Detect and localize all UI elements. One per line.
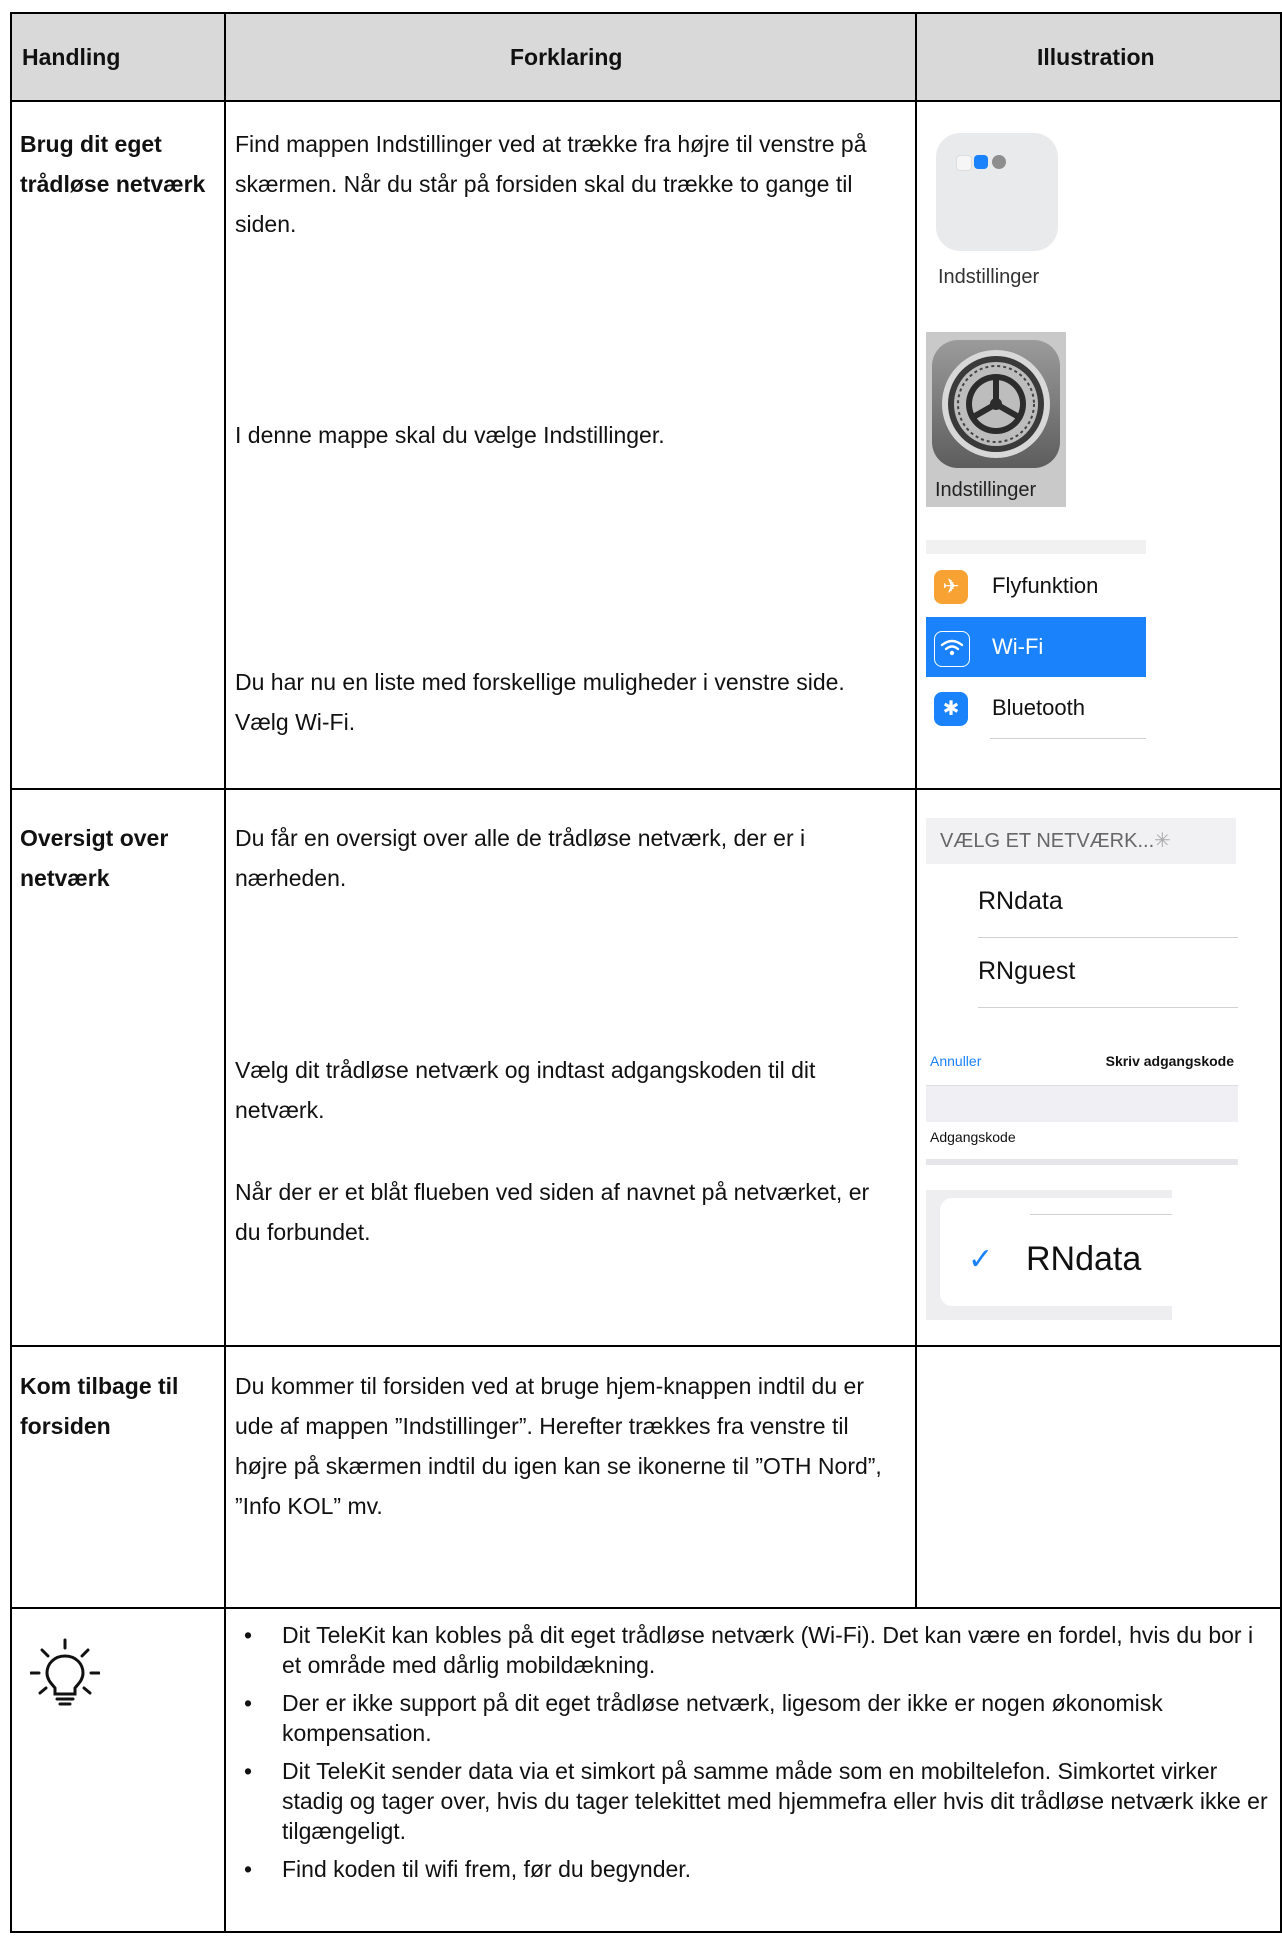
list-item: • Dit TeleKit sender data via et simkort … — [232, 1756, 1272, 1846]
password-field[interactable]: Adgangskode — [930, 1129, 1016, 1145]
explanation-text: Du har nu en liste med forskellige mulig… — [235, 669, 845, 735]
network-separator — [978, 937, 1238, 938]
row-label-networks: Oversigt over netværk — [20, 825, 169, 891]
password-dialog: Annuller Skriv adgangskode Adgangskode — [926, 1047, 1238, 1167]
network-item[interactable]: RNguest — [978, 957, 1075, 986]
header-handling: Handling — [22, 44, 121, 70]
network-separator — [978, 1007, 1238, 1008]
bullet-icon: • — [244, 1690, 253, 1716]
settings-caption: Indstillinger — [935, 479, 1037, 501]
tip-text: Der er ikke support på dit eget trådløse… — [282, 1690, 1163, 1746]
explanation-text: Vælg dit trådløse netværk og indtast adg… — [235, 1057, 816, 1123]
connected-network-name: RNdata — [1026, 1240, 1142, 1278]
card-separator — [1030, 1214, 1172, 1215]
tips-list: • Dit TeleKit kan kobles på dit eget tråd… — [232, 1620, 1272, 1892]
row-divider — [10, 1607, 1282, 1609]
menu-item-flyfunktion[interactable]: ✈ Flyfunktion — [926, 556, 1146, 616]
menu-item-bluetooth[interactable]: ✱ Bluetooth — [926, 678, 1146, 738]
connected-network-card: ✓ RNdata — [940, 1198, 1172, 1306]
dialog-title: Skriv adgangskode — [1105, 1053, 1234, 1069]
explanation-text: I denne mappe skal du vælge Indstillinge… — [235, 422, 665, 448]
explanation-text: Når der er et blåt flueben ved siden af … — [235, 1179, 870, 1245]
bullet-icon: • — [244, 1622, 253, 1648]
tip-text: Dit TeleKit kan kobles på dit eget trådl… — [282, 1622, 1254, 1678]
menu-label: Bluetooth — [992, 695, 1085, 720]
row-divider — [10, 788, 1282, 790]
airplane-icon: ✈ — [934, 570, 968, 604]
bullet-icon: • — [244, 1856, 253, 1882]
wifi-icon — [934, 631, 970, 667]
dialog-spacer — [926, 1085, 1238, 1122]
menu-item-wifi[interactable]: Wi-Fi — [926, 617, 1146, 677]
menu-top-separator — [926, 540, 1146, 554]
settings-app-tile: Indstillinger — [926, 332, 1066, 507]
column-divider — [224, 12, 226, 1933]
mini-app-icon — [992, 155, 1006, 169]
row-label-wifi: Brug dit eget trådløse netværk — [20, 131, 206, 197]
table-border-left — [10, 12, 12, 1933]
row-divider — [10, 1345, 1282, 1347]
checkmark-icon: ✓ — [968, 1243, 994, 1276]
loading-spinner-icon: ✳ — [1154, 830, 1171, 852]
header-illustration: Illustration — [1037, 44, 1155, 70]
explanation-text: Du kommer til forsiden ved at bruge hjem… — [235, 1373, 882, 1519]
explanation-text: Du får en oversigt over alle de trådløse… — [235, 825, 806, 891]
list-item: • Find koden til wifi frem, før du begynd… — [232, 1854, 1272, 1884]
network-item[interactable]: RNdata — [978, 887, 1063, 916]
mini-app-icon — [956, 155, 972, 171]
bullet-icon: • — [244, 1758, 253, 1784]
connected-network-panel: ✓ RNdata — [926, 1190, 1172, 1320]
tip-text: Dit TeleKit sender data via et simkort p… — [282, 1758, 1268, 1844]
list-item: • Der er ikke support på dit eget trådløs… — [232, 1688, 1272, 1748]
tip-text: Find koden til wifi frem, før du begynde… — [282, 1856, 692, 1882]
menu-label: Flyfunktion — [992, 573, 1099, 598]
folder-caption: Indstillinger — [938, 266, 1040, 288]
cancel-button[interactable]: Annuller — [930, 1053, 981, 1069]
header-forklaring: Forklaring — [510, 44, 623, 70]
bluetooth-icon: ✱ — [934, 692, 968, 726]
mini-app-icon — [974, 155, 988, 169]
table-border-bottom — [10, 1931, 1282, 1933]
lightbulb-icon — [29, 1638, 101, 1708]
menu-label: Wi-Fi — [992, 634, 1044, 659]
gear-icon — [932, 340, 1060, 468]
row-divider — [10, 100, 1282, 102]
table-border-top — [10, 12, 1282, 14]
list-item: • Dit TeleKit kan kobles på dit eget tråd… — [232, 1620, 1272, 1680]
menu-bottom-separator — [990, 738, 1146, 739]
column-divider — [915, 12, 917, 1609]
settings-folder-icon — [936, 133, 1058, 251]
network-list-header: VÆLG ET NETVÆRK... ✳ — [926, 818, 1236, 864]
network-list-header-label: VÆLG ET NETVÆRK... — [940, 830, 1155, 852]
dialog-bottom-bar — [926, 1159, 1238, 1165]
row-label-back: Kom tilbage til forsiden — [20, 1373, 179, 1439]
explanation-text: Find mappen Indstillinger ved at trække … — [235, 131, 867, 237]
